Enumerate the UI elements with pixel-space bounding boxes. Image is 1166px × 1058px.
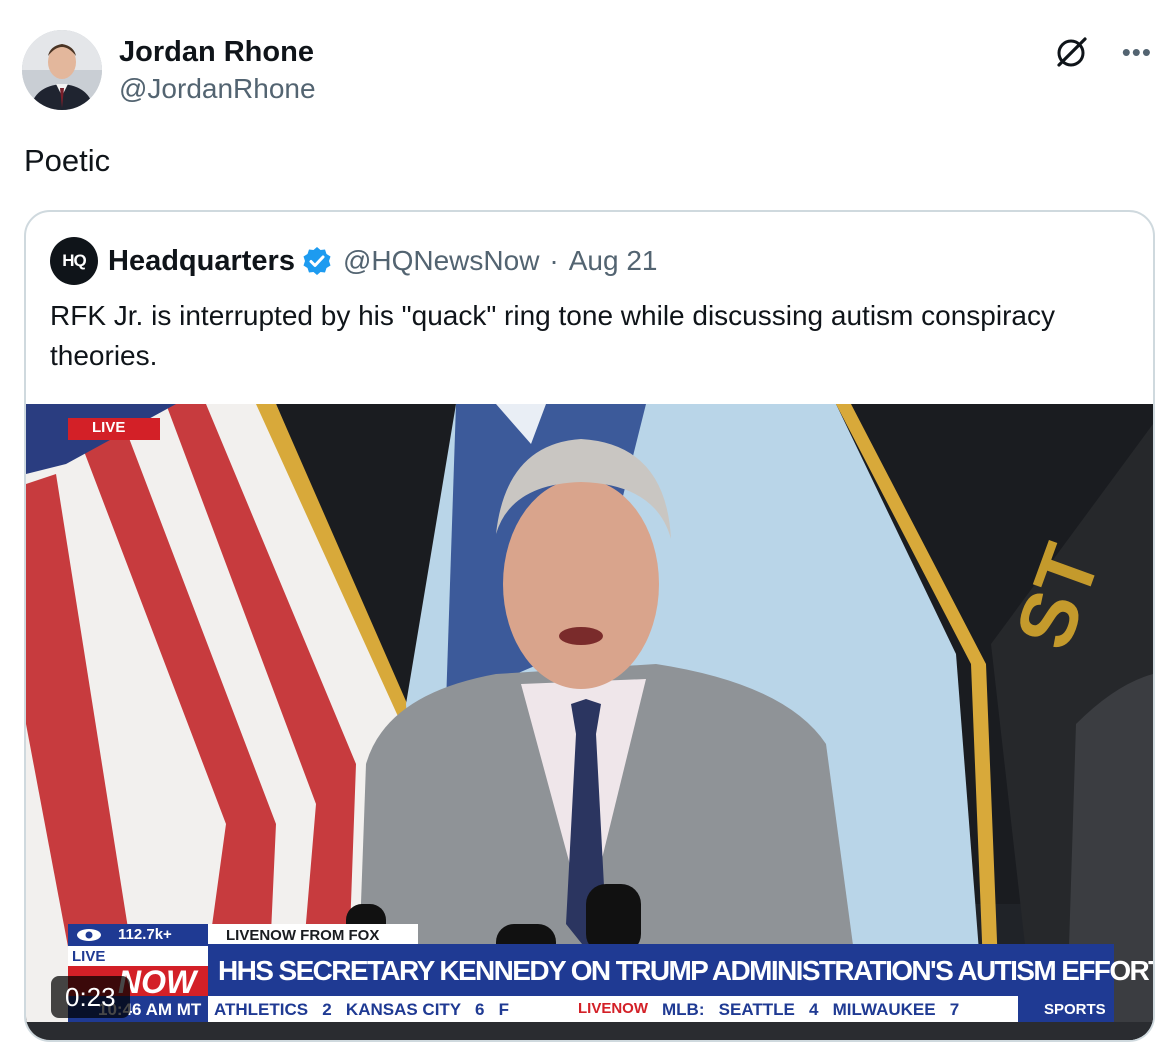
quoted-avatar[interactable]: HQ [50, 237, 98, 285]
video-frame: ST [26, 404, 1153, 1040]
avatar[interactable] [22, 30, 102, 110]
tweet-text: Poetic [24, 143, 111, 178]
quoted-tweet-header: HQ Headquarters @HQNewsNow · Aug 21 [50, 236, 658, 286]
verified-badge-icon [303, 247, 331, 275]
quoted-handle[interactable]: @HQNewsNow [343, 245, 539, 277]
eye-icon [77, 929, 101, 941]
tweet-actions: ••• [1054, 34, 1152, 70]
live-badge: LIVE [92, 419, 126, 436]
grok-icon[interactable] [1054, 34, 1090, 70]
live-label: LIVE [72, 948, 106, 965]
meta-separator: · [549, 245, 559, 276]
video-player[interactable]: ST LIVE 112.7k+ LIVENOW FROM FOX LIVE NO… [26, 404, 1153, 1040]
ticker-brand: LIVENOW [578, 1000, 648, 1017]
source-label: LIVENOW FROM FOX [226, 927, 380, 944]
author-handle[interactable]: @JordanRhone [119, 71, 316, 107]
quoted-tweet[interactable]: HQ Headquarters @HQNewsNow · Aug 21 RFK … [24, 210, 1155, 1042]
more-horizontal-icon[interactable]: ••• [1122, 37, 1152, 67]
viewer-count: 112.7k+ [118, 926, 172, 943]
ticker-text-2: MLB: SEATTLE 4 MILWAUKEE 7 [662, 1000, 960, 1019]
author-display-name[interactable]: Jordan Rhone [119, 33, 316, 71]
ticker-text: ATHLETICS 2 KANSAS CITY 6 F [214, 1000, 510, 1019]
video-duration: 0:23 [51, 976, 130, 1018]
ticker-tag: SPORTS [1044, 1001, 1106, 1018]
tweet-author: Jordan Rhone @JordanRhone [22, 30, 316, 110]
headline: HHS SECRETARY KENNEDY ON TRUMP ADMINISTR… [218, 955, 1153, 986]
quoted-date[interactable]: Aug 21 [569, 245, 658, 277]
quoted-display-name[interactable]: Headquarters [108, 245, 295, 278]
quoted-tweet-text: RFK Jr. is interrupted by his "quack" ri… [50, 300, 1055, 371]
now-label: NOW [118, 964, 197, 1000]
